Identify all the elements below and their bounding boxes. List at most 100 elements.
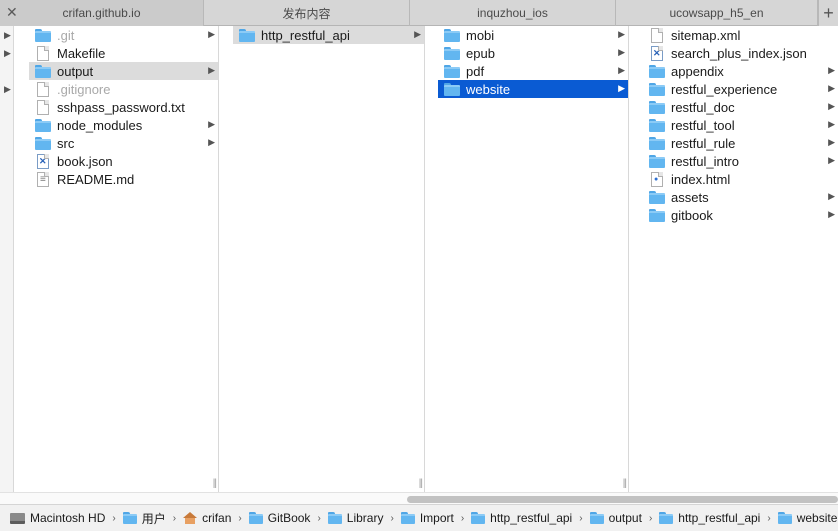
column-output[interactable]: http_restful_api ▶ || xyxy=(233,26,425,492)
chevron-right-icon: › xyxy=(767,512,771,524)
list-item-git[interactable]: .git ▶ xyxy=(29,26,218,44)
list-item-mobi[interactable]: mobi ▶ xyxy=(438,26,628,44)
tab-ucowsapp-h5-en[interactable]: ucowsapp_h5_en xyxy=(616,0,818,26)
list-item-book-json[interactable]: book.json xyxy=(29,152,218,170)
list-item-output[interactable]: output ▶ xyxy=(29,62,218,80)
breadcrumb-macintosh-hd[interactable]: Macintosh HD xyxy=(10,511,105,525)
chevron-right-icon: › xyxy=(317,512,321,524)
column-resize-handle[interactable]: || xyxy=(213,478,217,489)
add-tab-button[interactable]: + xyxy=(818,0,838,26)
breadcrumb-http-restful-api[interactable]: http_restful_api xyxy=(471,511,572,525)
list-item-http-restful-api[interactable]: http_restful_api ▶ xyxy=(233,26,424,44)
folder-icon xyxy=(444,28,460,42)
folder-icon xyxy=(589,512,604,524)
breadcrumb-http-restful-api[interactable]: http_restful_api xyxy=(659,511,760,525)
item-label: restful_doc xyxy=(671,99,735,115)
breadcrumb-users[interactable]: 用户 xyxy=(122,510,166,527)
list-item-appendix[interactable]: appendix ▶ xyxy=(643,62,838,80)
item-label: book.json xyxy=(57,153,113,169)
disclosure-arrow-icon: ▶ xyxy=(828,83,835,93)
breadcrumb-crifan[interactable]: crifan xyxy=(183,511,231,525)
tab-fabu-neirong[interactable]: 发布内容 xyxy=(204,0,410,26)
folder-icon xyxy=(239,28,255,42)
chevron-right-icon: › xyxy=(390,512,394,524)
folder-icon xyxy=(649,118,665,132)
scrollbar-thumb[interactable] xyxy=(407,496,838,503)
list-item-gitignore[interactable]: .gitignore xyxy=(29,80,218,98)
list-item-restful-intro[interactable]: restful_intro ▶ xyxy=(643,152,838,170)
list-item-readme-md[interactable]: README.md xyxy=(29,170,218,188)
breadcrumb-website[interactable]: website xyxy=(777,511,838,525)
folder-icon xyxy=(649,190,665,204)
folder-icon xyxy=(248,512,263,524)
list-item-epub[interactable]: epub ▶ xyxy=(438,44,628,62)
column-crifan-github-io[interactable]: .git ▶ Makefile output ▶ .gitignore sshpass_pa… xyxy=(29,26,219,492)
disclosure-arrow-icon: ▶ xyxy=(828,209,835,219)
disclosure-arrow-icon: ▶ xyxy=(208,119,215,129)
list-item-search-plus-index-json[interactable]: search_plus_index.json xyxy=(643,44,838,62)
list-item-pdf[interactable]: pdf ▶ xyxy=(438,62,628,80)
list-item-website[interactable]: website ▶ xyxy=(438,80,628,98)
breadcrumb-output[interactable]: output xyxy=(589,511,642,525)
list-item-sshpass-password-txt[interactable]: sshpass_password.txt xyxy=(29,98,218,116)
document-icon xyxy=(37,81,49,97)
item-label: pdf xyxy=(466,63,485,79)
item-label: appendix xyxy=(671,63,724,79)
list-item-makefile[interactable]: Makefile xyxy=(29,44,218,62)
column-resize-handle[interactable]: || xyxy=(419,478,423,489)
breadcrumb-label: http_restful_api xyxy=(490,511,573,525)
breadcrumb-label: Import xyxy=(419,511,454,525)
list-item-assets[interactable]: assets ▶ xyxy=(643,188,838,206)
home-icon xyxy=(183,512,198,524)
folder-icon xyxy=(649,100,665,114)
folder-icon xyxy=(400,512,415,524)
folder-icon xyxy=(122,512,137,524)
disclosure-arrow-icon: ▶ xyxy=(828,191,835,201)
breadcrumb-label: website xyxy=(796,511,838,525)
tab-crifan-github-io[interactable]: ✕ crifan.github.io xyxy=(0,0,204,26)
list-item-restful-experience[interactable]: restful_experience ▶ xyxy=(643,80,838,98)
breadcrumb-label: Macintosh HD xyxy=(30,511,106,525)
column-website[interactable]: sitemap.xml search_plus_index.jsonappendi… xyxy=(643,26,838,492)
markdown-file-icon xyxy=(37,171,49,187)
hd-icon xyxy=(10,512,25,524)
breadcrumb-library[interactable]: Library xyxy=(327,511,383,525)
list-item-gitbook[interactable]: gitbook ▶ xyxy=(643,206,838,224)
list-item-sitemap-xml[interactable]: sitemap.xml xyxy=(643,26,838,44)
breadcrumb-label: crifan xyxy=(202,511,232,525)
folder-icon xyxy=(35,136,51,150)
item-label: .git xyxy=(57,27,75,43)
disclosure-arrow-icon: ▶ xyxy=(828,155,835,165)
item-label: sshpass_password.txt xyxy=(57,99,185,115)
disclosure-arrow-icon: ▶ xyxy=(828,119,835,129)
horizontal-scrollbar[interactable] xyxy=(0,492,838,504)
list-item-restful-rule[interactable]: restful_rule ▶ xyxy=(643,134,838,152)
folder-icon xyxy=(35,64,51,78)
disclosure-arrow-icon: ▶ xyxy=(618,83,625,93)
column-resize-handle[interactable]: || xyxy=(623,478,627,489)
disclosure-arrow-icon: ▶ xyxy=(4,30,11,40)
list-item-src[interactable]: src ▶ xyxy=(29,134,218,152)
item-label: node_modules xyxy=(57,117,143,133)
item-label: src xyxy=(57,135,75,151)
previous-column-strip[interactable]: ▶ ▶ ▶ xyxy=(0,26,14,492)
folder-icon xyxy=(649,136,665,150)
item-label: restful_rule xyxy=(671,135,736,151)
chevron-right-icon: › xyxy=(172,512,177,524)
tab-inquzhou-ios[interactable]: inquzhou_ios xyxy=(410,0,616,26)
item-label: assets xyxy=(671,189,709,205)
chevron-right-icon: › xyxy=(112,512,116,524)
item-label: .gitignore xyxy=(57,81,111,97)
item-label: restful_intro xyxy=(671,153,739,169)
breadcrumb-gitbook[interactable]: GitBook xyxy=(248,511,310,525)
list-item-node-modules[interactable]: node_modules ▶ xyxy=(29,116,218,134)
list-item-index-html[interactable]: index.html xyxy=(643,170,838,188)
json-file-icon xyxy=(37,153,49,169)
disclosure-arrow-icon: ▶ xyxy=(828,137,835,147)
list-item-restful-doc[interactable]: restful_doc ▶ xyxy=(643,98,838,116)
column-http-restful-api[interactable]: mobi ▶ epub ▶ pdf ▶ website ▶ || xyxy=(438,26,629,492)
list-item-restful-tool[interactable]: restful_tool ▶ xyxy=(643,116,838,134)
close-tab-icon[interactable]: ✕ xyxy=(6,5,20,19)
breadcrumb-import[interactable]: Import xyxy=(400,511,454,525)
disclosure-arrow-icon: ▶ xyxy=(208,137,215,147)
